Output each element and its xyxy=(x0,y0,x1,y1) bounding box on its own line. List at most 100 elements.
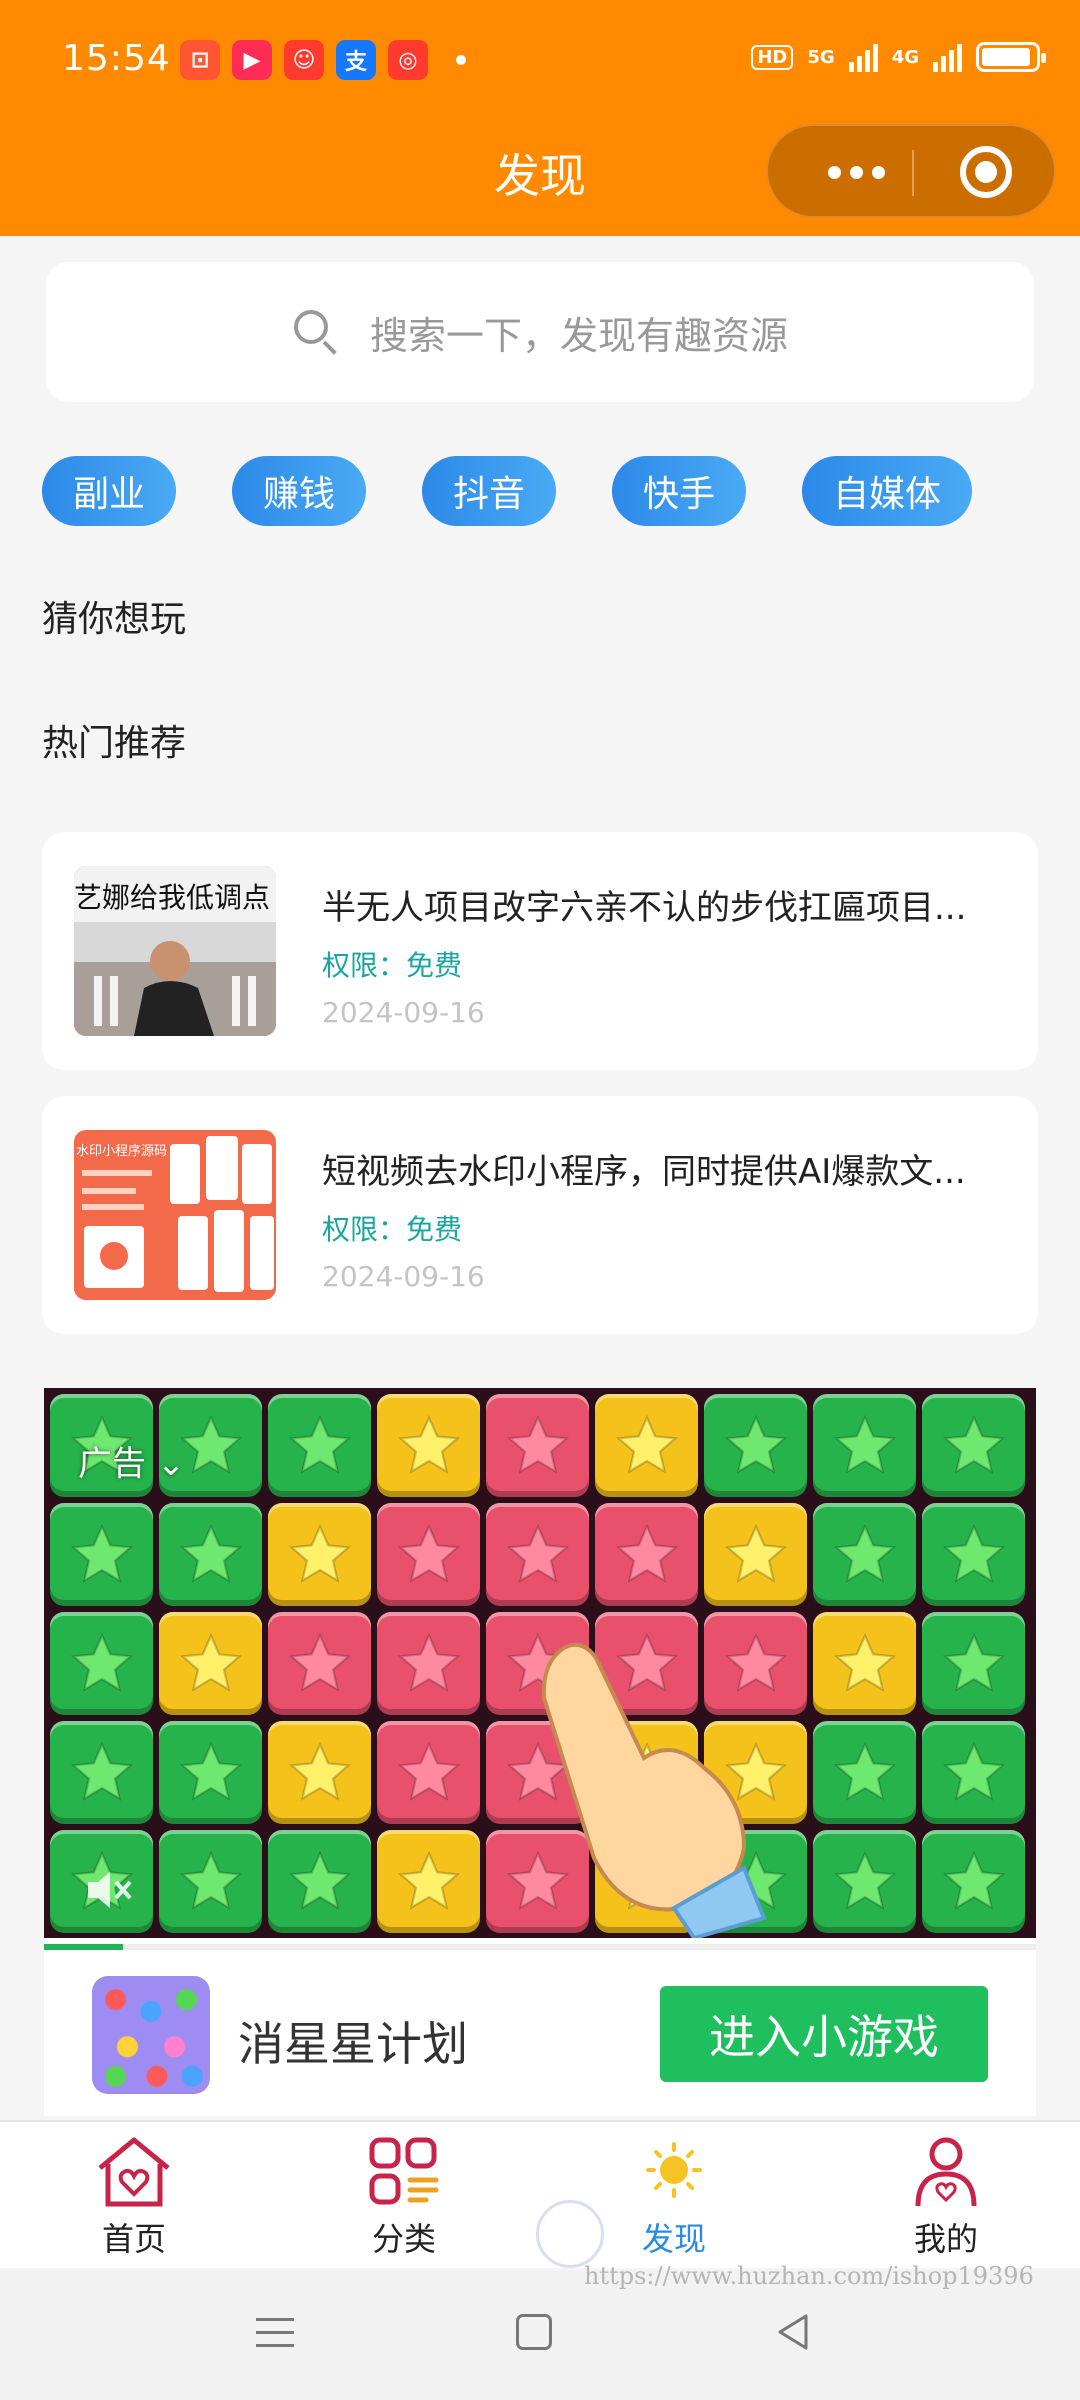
app-icon-5: ◎ xyxy=(388,40,428,80)
miniprogram-capsule xyxy=(766,124,1056,218)
star-tile xyxy=(595,1394,698,1497)
watermark-text: https://www.huzhan.com/ishop19396 xyxy=(584,2262,1034,2290)
capsule-divider xyxy=(912,150,914,196)
star-tile xyxy=(268,1830,371,1933)
ad-banner[interactable]: 广告 ⌄ 消星星计划 进入小游戏 xyxy=(44,1388,1036,2116)
star-tile xyxy=(922,1612,1025,1715)
star-tile xyxy=(813,1612,916,1715)
star-tile xyxy=(377,1503,480,1606)
star-tile xyxy=(268,1612,371,1715)
star-tile xyxy=(377,1721,480,1824)
tag-zimeiti[interactable]: 自媒体 xyxy=(802,456,972,526)
tab-label-category: 分类 xyxy=(371,2220,436,2258)
home-button-icon[interactable] xyxy=(516,2314,552,2350)
star-tile xyxy=(813,1503,916,1606)
article-thumbnail: 水印小程序源码 xyxy=(74,1130,276,1300)
star-tile xyxy=(159,1721,262,1824)
star-tile xyxy=(268,1394,371,1497)
article-title: 短视频去水印小程序，同时提供AI爆款文... xyxy=(322,1152,966,1192)
tab-category[interactable]: 分类 xyxy=(304,2134,504,2260)
star-tile xyxy=(268,1503,371,1606)
tag-list: 副业 赚钱 抖音 快手 自媒体 xyxy=(42,456,972,526)
star-tile xyxy=(159,1830,262,1933)
tag-fuye[interactable]: 副业 xyxy=(42,456,176,526)
section-title-hot: 热门推荐 xyxy=(42,723,187,764)
star-tile xyxy=(486,1503,589,1606)
game-app-icon[interactable] xyxy=(92,1976,210,2094)
recent-apps-icon[interactable] xyxy=(256,2318,294,2357)
star-tile xyxy=(159,1503,262,1606)
tag-douyin[interactable]: 抖音 xyxy=(422,456,556,526)
star-tile xyxy=(813,1830,916,1933)
star-tile xyxy=(813,1721,916,1824)
enter-minigame-button[interactable]: 进入小游戏 xyxy=(660,1986,988,2082)
more-icon[interactable] xyxy=(828,166,885,179)
star-tile xyxy=(159,1612,262,1715)
category-grid-icon xyxy=(369,2137,439,2205)
star-tile xyxy=(595,1503,698,1606)
star-tile xyxy=(813,1394,916,1497)
status-indicators: HD 5G 4G xyxy=(751,42,1046,72)
star-tile xyxy=(377,1612,480,1715)
sun-icon xyxy=(646,2142,702,2198)
star-tile xyxy=(377,1394,480,1497)
star-tile xyxy=(50,1721,153,1824)
star-tile xyxy=(268,1721,371,1824)
article-title: 半无人项目改字六亲不认的步伐扛匾项目... xyxy=(322,888,967,928)
star-tile xyxy=(486,1394,589,1497)
signal-icon-2 xyxy=(933,42,962,72)
article-date: 2024-09-16 xyxy=(322,996,485,1029)
status-bar: 15:54 ⊡ ▶ ☺ 支 ◎ HD 5G 4G xyxy=(0,0,1080,124)
close-miniprogram-icon[interactable] xyxy=(960,146,1012,198)
ad-game-preview[interactable]: 广告 ⌄ xyxy=(44,1388,1036,1938)
article-card[interactable]: 艺娜给我低调点 半无人项目改字六亲不认的步伐扛匾项目... 权限：免费 2024… xyxy=(42,832,1038,1070)
star-tile xyxy=(922,1830,1025,1933)
more-notifications-dot xyxy=(456,55,466,65)
search-placeholder: 搜索一下，发现有趣资源 xyxy=(369,313,788,358)
thumbnail-caption: 水印小程序源码 xyxy=(76,1144,168,1159)
tab-label-home: 首页 xyxy=(101,2220,166,2258)
star-tile xyxy=(922,1721,1025,1824)
app-icon-3: ☺ xyxy=(284,40,324,80)
tab-label-mine: 我的 xyxy=(913,2220,978,2258)
article-permission: 权限：免费 xyxy=(322,1213,463,1246)
tap-hand-icon xyxy=(541,1642,767,1938)
tab-home[interactable]: 首页 xyxy=(34,2134,234,2260)
notification-icons: ⊡ ▶ ☺ 支 ◎ xyxy=(180,40,466,80)
hd-icon: HD xyxy=(751,44,794,70)
battery-icon xyxy=(976,42,1046,72)
touch-indicator xyxy=(536,2200,604,2268)
tag-kuaishou[interactable]: 快手 xyxy=(612,456,746,526)
star-tile xyxy=(377,1830,480,1933)
star-tile xyxy=(704,1503,807,1606)
article-date: 2024-09-16 xyxy=(322,1260,485,1293)
status-time: 15:54 xyxy=(62,38,171,79)
top-bar: 15:54 ⊡ ▶ ☺ 支 ◎ HD 5G 4G 发现 xyxy=(0,0,1080,236)
back-icon[interactable] xyxy=(774,2312,814,2352)
mute-icon[interactable] xyxy=(84,1868,134,1912)
ad-label[interactable]: 广告 ⌄ xyxy=(78,1436,185,1485)
search-bar[interactable]: 搜索一下，发现有趣资源 xyxy=(46,262,1034,402)
star-tile xyxy=(50,1503,153,1606)
article-permission: 权限：免费 xyxy=(322,949,463,982)
signal-icon xyxy=(848,42,878,72)
article-card[interactable]: 水印小程序源码 短视频去水印小程序，同时提供AI爆款文... 权限：免费 202… xyxy=(42,1096,1038,1334)
tab-discover[interactable]: 发现 xyxy=(574,2134,774,2260)
star-tile xyxy=(50,1612,153,1715)
section-title-guess: 猜你想玩 xyxy=(42,599,187,640)
star-tile xyxy=(922,1503,1025,1606)
star-tile xyxy=(922,1394,1025,1497)
tag-zhuanqian[interactable]: 赚钱 xyxy=(232,456,366,526)
alipay-icon: 支 xyxy=(336,40,376,80)
network-4g-label: 4G xyxy=(891,46,919,68)
app-icon-1: ⊡ xyxy=(180,40,220,80)
thumbnail-caption: 艺娜给我低调点 xyxy=(74,881,271,914)
home-heart-icon xyxy=(98,2137,170,2207)
search-icon xyxy=(292,308,340,356)
star-tile xyxy=(704,1394,807,1497)
app-icon-2: ▶ xyxy=(232,40,272,80)
game-app-name: 消星星计划 xyxy=(238,2017,468,2071)
tab-mine[interactable]: 我的 xyxy=(846,2134,1046,2260)
tab-label-discover: 发现 xyxy=(641,2220,706,2258)
network-5g-label: 5G xyxy=(807,46,835,68)
